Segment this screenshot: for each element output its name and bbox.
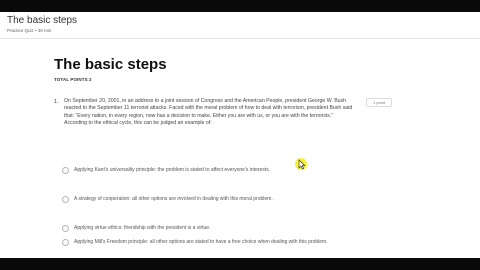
quiz-header: The basic steps Practice Quiz • 30 min	[0, 12, 480, 38]
mouse-cursor-icon	[295, 158, 307, 170]
header-title: The basic steps	[7, 15, 78, 26]
answer-option-label[interactable]: Applying Kant's universality principle: …	[74, 167, 270, 174]
radio-button-b[interactable]	[62, 196, 69, 203]
answer-option-label[interactable]: Applying Mill's Freedom principle: all o…	[74, 239, 328, 246]
points-badge: 1 point	[366, 98, 392, 107]
top-black-bar	[0, 0, 480, 12]
radio-button-a[interactable]	[62, 167, 69, 174]
radio-button-c[interactable]	[62, 225, 69, 232]
answer-option-label[interactable]: A strategy of cooperation: all other opt…	[74, 196, 273, 203]
page-title: The basic steps	[54, 56, 167, 73]
header-subtitle: Practice Quiz • 30 min	[7, 28, 52, 33]
radio-button-d[interactable]	[62, 239, 69, 246]
question-text: On September 20, 2001, in an address to …	[64, 98, 353, 127]
header-divider	[0, 38, 480, 39]
bottom-black-bar	[0, 258, 480, 270]
total-points: TOTAL POINTS 2	[54, 77, 92, 82]
answer-option-label[interactable]: Applying virtue ethics: friendship with …	[74, 225, 210, 232]
question-number: 1.	[54, 99, 59, 105]
